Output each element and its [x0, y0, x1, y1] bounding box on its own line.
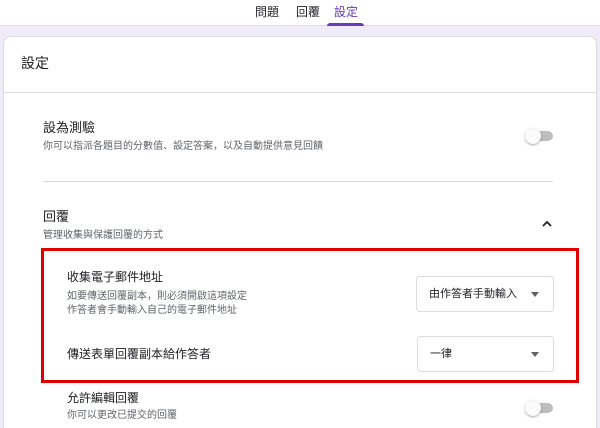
collect-email-select[interactable]: 由作答者手動輸入	[416, 276, 554, 312]
collect-email-title: 收集電子郵件地址	[67, 270, 164, 284]
allow-edit-title: 允許編輯回覆	[67, 391, 140, 405]
toggle-knob	[525, 128, 541, 144]
dropdown-arrow-icon	[531, 352, 539, 357]
dropdown-arrow-icon	[531, 292, 539, 297]
quiz-toggle[interactable]	[525, 128, 555, 144]
send-copy-selected-value: 一律	[430, 347, 452, 360]
active-tab-indicator	[327, 23, 364, 26]
collect-email-selected-value: 由作答者手動輸入	[429, 287, 517, 300]
toggle-knob	[525, 400, 541, 416]
settings-title: 設定	[21, 56, 49, 72]
quiz-description: 你可以指派各題目的分數值、設定答案，以及自動提供意見回饋	[43, 141, 323, 152]
collect-email-description-line1: 如要傳送回覆副本，則必須開啟這項設定	[67, 291, 247, 302]
tab-questions[interactable]: 問題	[255, 5, 279, 19]
allow-edit-description: 你可以更改已提交的回覆	[67, 410, 177, 421]
chevron-up-icon[interactable]	[541, 219, 553, 229]
divider	[4, 92, 596, 93]
responses-section-title: 回覆	[43, 210, 70, 225]
responses-section-description: 管理收集與保護回覆的方式	[43, 230, 163, 241]
quiz-title: 設為測驗	[43, 121, 96, 136]
collect-email-description-line2: 作答者會手動輸入自己的電子郵件地址	[67, 305, 237, 316]
tab-responses[interactable]: 回覆	[296, 5, 320, 19]
send-copy-select[interactable]: 一律	[417, 336, 554, 372]
divider	[43, 181, 553, 182]
send-copy-title: 傳送表單回覆副本給作答者	[67, 347, 212, 361]
tab-settings[interactable]: 設定	[334, 5, 358, 19]
top-tab-bar: 問題 回覆 設定	[0, 0, 600, 26]
allow-edit-toggle[interactable]	[525, 400, 555, 416]
